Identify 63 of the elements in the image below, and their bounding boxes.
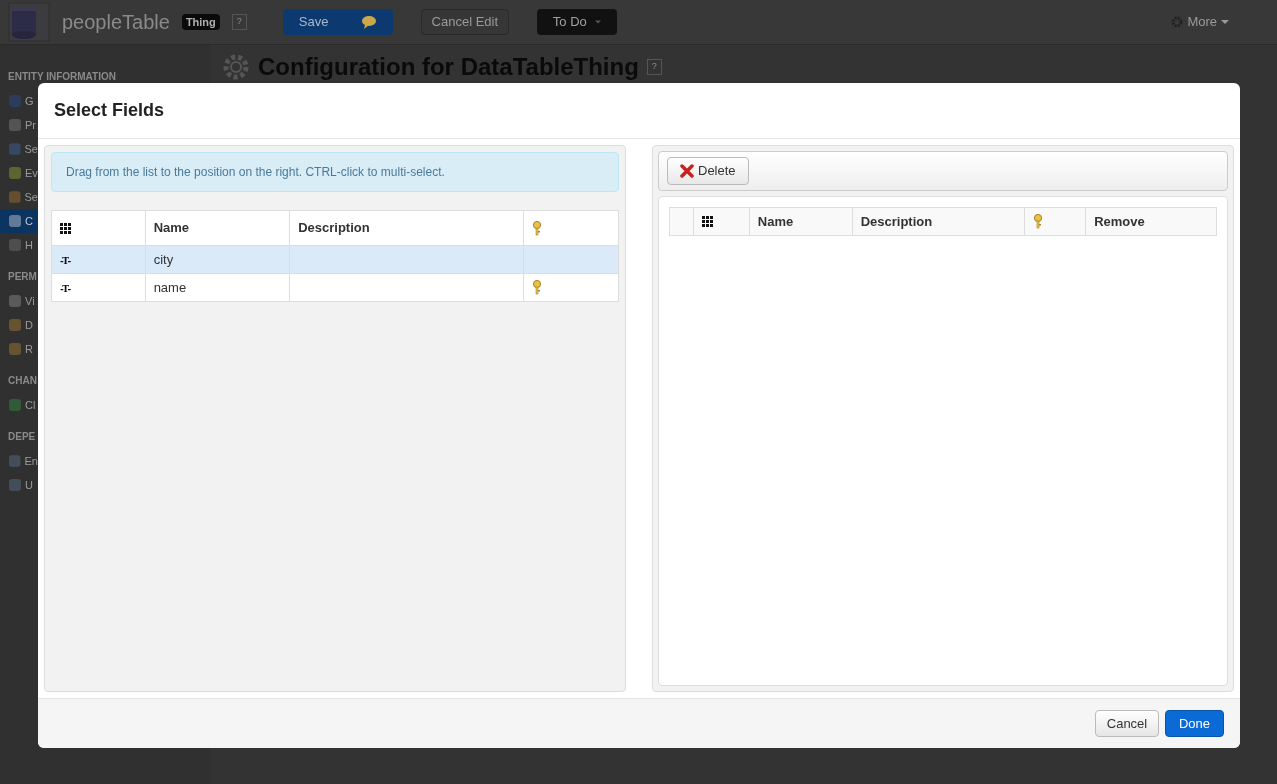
item-icon <box>8 454 22 468</box>
item-icon <box>8 190 22 204</box>
sidebar-item[interactable]: H <box>8 233 38 257</box>
item-icon <box>8 318 22 332</box>
help-button[interactable]: ? <box>646 59 662 75</box>
sidebar-item[interactable]: Se <box>8 185 38 209</box>
section-header: ENTITY INFORMATION <box>8 70 116 84</box>
item-icon <box>8 238 22 252</box>
hint-message: Drag from the list to the position on the right. CTRL-click to multi-select. <box>51 152 619 192</box>
delete-button[interactable]: Delete <box>667 157 749 185</box>
grid-icon <box>60 222 71 234</box>
item-icon <box>8 478 22 492</box>
section-header: PERM <box>8 270 37 284</box>
item-icon <box>8 294 22 308</box>
sidebar-item[interactable]: Ev <box>8 161 38 185</box>
sidebar-item[interactable]: C <box>0 209 38 233</box>
thing-badge: Thing <box>181 13 220 31</box>
sidebar-item[interactable]: En <box>8 449 38 473</box>
type-icon: -T- <box>60 283 72 294</box>
item-icon <box>8 342 22 356</box>
column-header[interactable]: Name <box>749 207 853 236</box>
column-header[interactable]: Description <box>289 210 524 246</box>
to-do-button[interactable]: To Do <box>536 9 617 35</box>
dialog-title: Select Fields <box>54 99 165 122</box>
item-icon <box>8 118 22 132</box>
cancel-button[interactable]: Cancel <box>1095 710 1159 737</box>
section-header: CHAN <box>8 374 37 388</box>
help-button[interactable]: ? <box>231 14 247 30</box>
sidebar-item[interactable]: R <box>8 337 38 361</box>
grid-icon <box>701 216 713 227</box>
sidebar-item[interactable]: D <box>8 313 38 337</box>
caret-icon <box>594 20 601 24</box>
save-button[interactable]: Save <box>282 9 393 35</box>
item-icon <box>8 398 22 412</box>
column-header[interactable]: Description <box>852 207 1025 236</box>
item-icon <box>8 166 22 180</box>
table-cell: city <box>153 251 174 267</box>
column-header[interactable]: Remove <box>1085 207 1217 236</box>
type-icon: -T- <box>60 255 72 266</box>
sidebar-item[interactable]: G <box>8 89 38 113</box>
app-title: peopleTable <box>62 10 170 35</box>
chat-bubble-icon <box>360 15 377 29</box>
item-icon <box>8 214 22 228</box>
caret-icon <box>1221 20 1229 24</box>
done-button[interactable]: Done <box>1165 710 1224 737</box>
section-header: DEPE <box>8 430 36 444</box>
column-header[interactable]: Name <box>145 210 290 246</box>
cancel-edit-button[interactable]: Cancel Edit <box>420 9 509 35</box>
more-menu-button[interactable]: More <box>1171 12 1229 32</box>
table-row[interactable]: -T- name <box>51 273 619 302</box>
sidebar-item[interactable]: U <box>8 473 38 497</box>
key-icon <box>532 220 543 236</box>
sidebar-item[interactable]: Cl <box>8 393 38 417</box>
sidebar-item[interactable]: Pr <box>8 113 38 137</box>
item-icon <box>8 142 22 156</box>
table-cell: name <box>153 279 187 295</box>
gear-icon <box>222 53 250 81</box>
item-icon <box>8 94 22 108</box>
key-icon <box>1033 214 1044 229</box>
table-row[interactable]: -T- city <box>51 245 619 274</box>
sidebar-item[interactable]: Se <box>8 137 38 161</box>
sidebar-item[interactable]: Vi <box>8 289 38 313</box>
delete-icon <box>680 164 694 178</box>
